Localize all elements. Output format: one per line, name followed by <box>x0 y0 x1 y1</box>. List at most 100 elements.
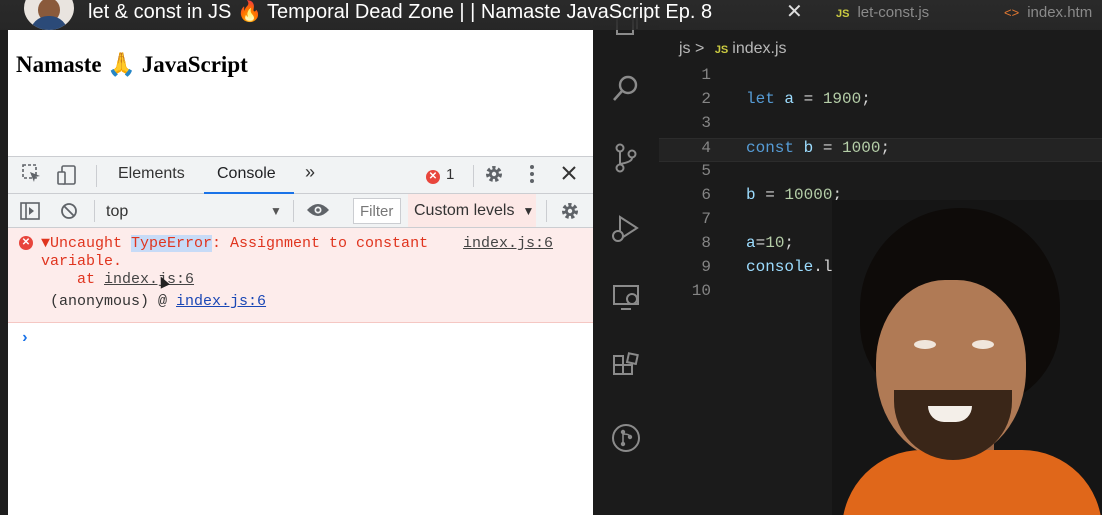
avatar-shirt <box>30 16 68 30</box>
more-tabs-icon[interactable]: » <box>305 162 315 183</box>
context-select[interactable]: top <box>106 203 128 221</box>
toolbar-divider <box>293 200 294 222</box>
remote-explorer-icon[interactable] <box>593 282 659 319</box>
js-file-icon: JS <box>714 44 729 56</box>
close-icon[interactable]: ✕ <box>786 0 803 24</box>
stack-at: at <box>77 271 105 288</box>
code-text: a=10; <box>746 234 794 252</box>
stack-frame: at index.js:6 <box>77 271 194 288</box>
git-graph-icon[interactable] <box>593 422 659 461</box>
code-token: ; <box>784 234 795 252</box>
line-number: 8 <box>701 234 711 252</box>
code-token: 10000 <box>784 186 833 204</box>
line-number: 7 <box>701 210 711 228</box>
anon-prefix: (anonymous) @ <box>50 293 177 310</box>
anon-frame-link[interactable]: index.js:6 <box>176 293 266 310</box>
video-title[interactable]: let & const in JS 🔥 Temporal Dead Zone |… <box>88 0 712 24</box>
code-line[interactable]: 5 <box>659 162 1102 186</box>
code-line[interactable]: 3 <box>659 114 1102 138</box>
editor-tab-let-const[interactable]: JS let-const.js <box>836 4 929 21</box>
editor-tab-label: index.htm <box>1027 4 1093 21</box>
code-token: b <box>746 186 756 204</box>
code-token: const <box>746 139 795 157</box>
code-text: b = 10000; <box>746 186 842 204</box>
presenter-webcam <box>832 200 1102 515</box>
code-line[interactable]: 4 const b = 1000; <box>659 138 1102 162</box>
stack-frame-link[interactable]: index.js:6 <box>104 271 194 288</box>
code-token: a <box>746 234 756 252</box>
sidebar-toggle-icon[interactable] <box>20 202 40 225</box>
console-settings-gear-icon[interactable] <box>560 201 580 226</box>
code-token: = <box>755 234 766 252</box>
code-token: 1000 <box>842 139 881 157</box>
error-source-link[interactable]: index.js:6 <box>463 235 553 252</box>
error-icon: ✕ <box>19 236 33 250</box>
code-token: ; <box>861 90 871 108</box>
breadcrumb-file[interactable]: index.js <box>732 40 786 57</box>
code-token: = <box>755 186 785 204</box>
line-number: 4 <box>701 139 711 157</box>
run-debug-icon[interactable] <box>593 212 659 251</box>
code-text: let a = 1900; <box>746 90 871 108</box>
gear-icon[interactable] <box>484 164 504 189</box>
html-file-icon: <> <box>1004 5 1020 20</box>
js-file-icon: JS <box>836 8 850 20</box>
breadcrumb: js > JS index.js <box>679 40 787 58</box>
code-token: ; <box>880 139 891 157</box>
code-token: console <box>746 258 814 276</box>
code-line[interactable]: 2 let a = 1900; <box>659 90 1102 114</box>
code-text: const b = 1000; <box>746 139 890 157</box>
eye-icon[interactable] <box>306 202 330 223</box>
line-number: 9 <box>701 258 711 276</box>
error-count-badge[interactable]: ✕ 1 <box>426 166 454 184</box>
log-levels-label: Custom levels <box>414 202 515 219</box>
line-number: 10 <box>691 282 711 300</box>
console-toolbar: top ▼ Filter Custom levels ▼ <box>8 194 593 228</box>
chevron-down-icon[interactable]: ▼ <box>270 204 282 218</box>
console-prompt[interactable]: › <box>20 329 30 347</box>
error-type: TypeError <box>131 235 213 252</box>
clear-console-icon[interactable] <box>60 202 78 225</box>
source-control-icon[interactable] <box>593 142 659 181</box>
close-devtools-icon[interactable] <box>561 165 577 186</box>
toolbar-divider <box>94 200 95 222</box>
breadcrumb-folder[interactable]: js <box>679 40 691 57</box>
code-token: = <box>794 90 823 108</box>
inspect-element-icon[interactable] <box>22 164 42 189</box>
error-headline[interactable]: ▼Uncaught TypeError: Assignment to const… <box>41 235 428 252</box>
log-levels-dropdown[interactable]: Custom levels ▼ <box>408 194 536 227</box>
devtools-tab-bar: Elements Console » ✕ 1 <box>8 156 593 194</box>
tab-console[interactable]: Console <box>217 165 276 183</box>
video-title-bar: let & const in JS 🔥 Temporal Dead Zone |… <box>0 0 1102 30</box>
presenter-eye <box>972 340 994 349</box>
line-number: 6 <box>701 186 711 204</box>
line-number: 1 <box>701 66 711 84</box>
console-output: ✕ ▼Uncaught TypeError: Assignment to con… <box>8 228 593 515</box>
device-toolbar-icon[interactable] <box>56 164 78 191</box>
anonymous-frame: (anonymous) @ index.js:6 <box>50 293 266 310</box>
line-number: 2 <box>701 90 711 108</box>
extensions-icon[interactable] <box>593 352 659 389</box>
channel-avatar[interactable] <box>24 0 74 30</box>
page-heading: Namaste 🙏 JavaScript <box>16 52 248 77</box>
error-prefix: ▼Uncaught <box>41 235 132 252</box>
editor-tab-index-html[interactable]: <> index.htm <box>1004 4 1092 21</box>
kebab-menu-icon[interactable] <box>528 164 536 189</box>
breadcrumb-separator-icon: > <box>695 40 705 57</box>
code-token: a <box>774 90 795 108</box>
line-number: 5 <box>701 162 711 180</box>
tab-elements[interactable]: Elements <box>118 165 185 183</box>
search-icon[interactable] <box>593 72 659 111</box>
editor-tab-label: let-const.js <box>857 4 930 21</box>
chevron-down-icon: ▼ <box>522 204 535 218</box>
line-number: 3 <box>701 114 711 132</box>
code-token: 10 <box>765 234 785 252</box>
code-token: = <box>813 139 843 157</box>
code-token: 1900 <box>822 90 862 108</box>
code-line[interactable]: 1 <box>659 66 1102 90</box>
activity-bar <box>593 0 659 515</box>
code-token: let <box>746 90 775 108</box>
error-count: 1 <box>446 166 455 183</box>
presenter-eye <box>914 340 936 349</box>
filter-input[interactable]: Filter <box>353 198 401 224</box>
